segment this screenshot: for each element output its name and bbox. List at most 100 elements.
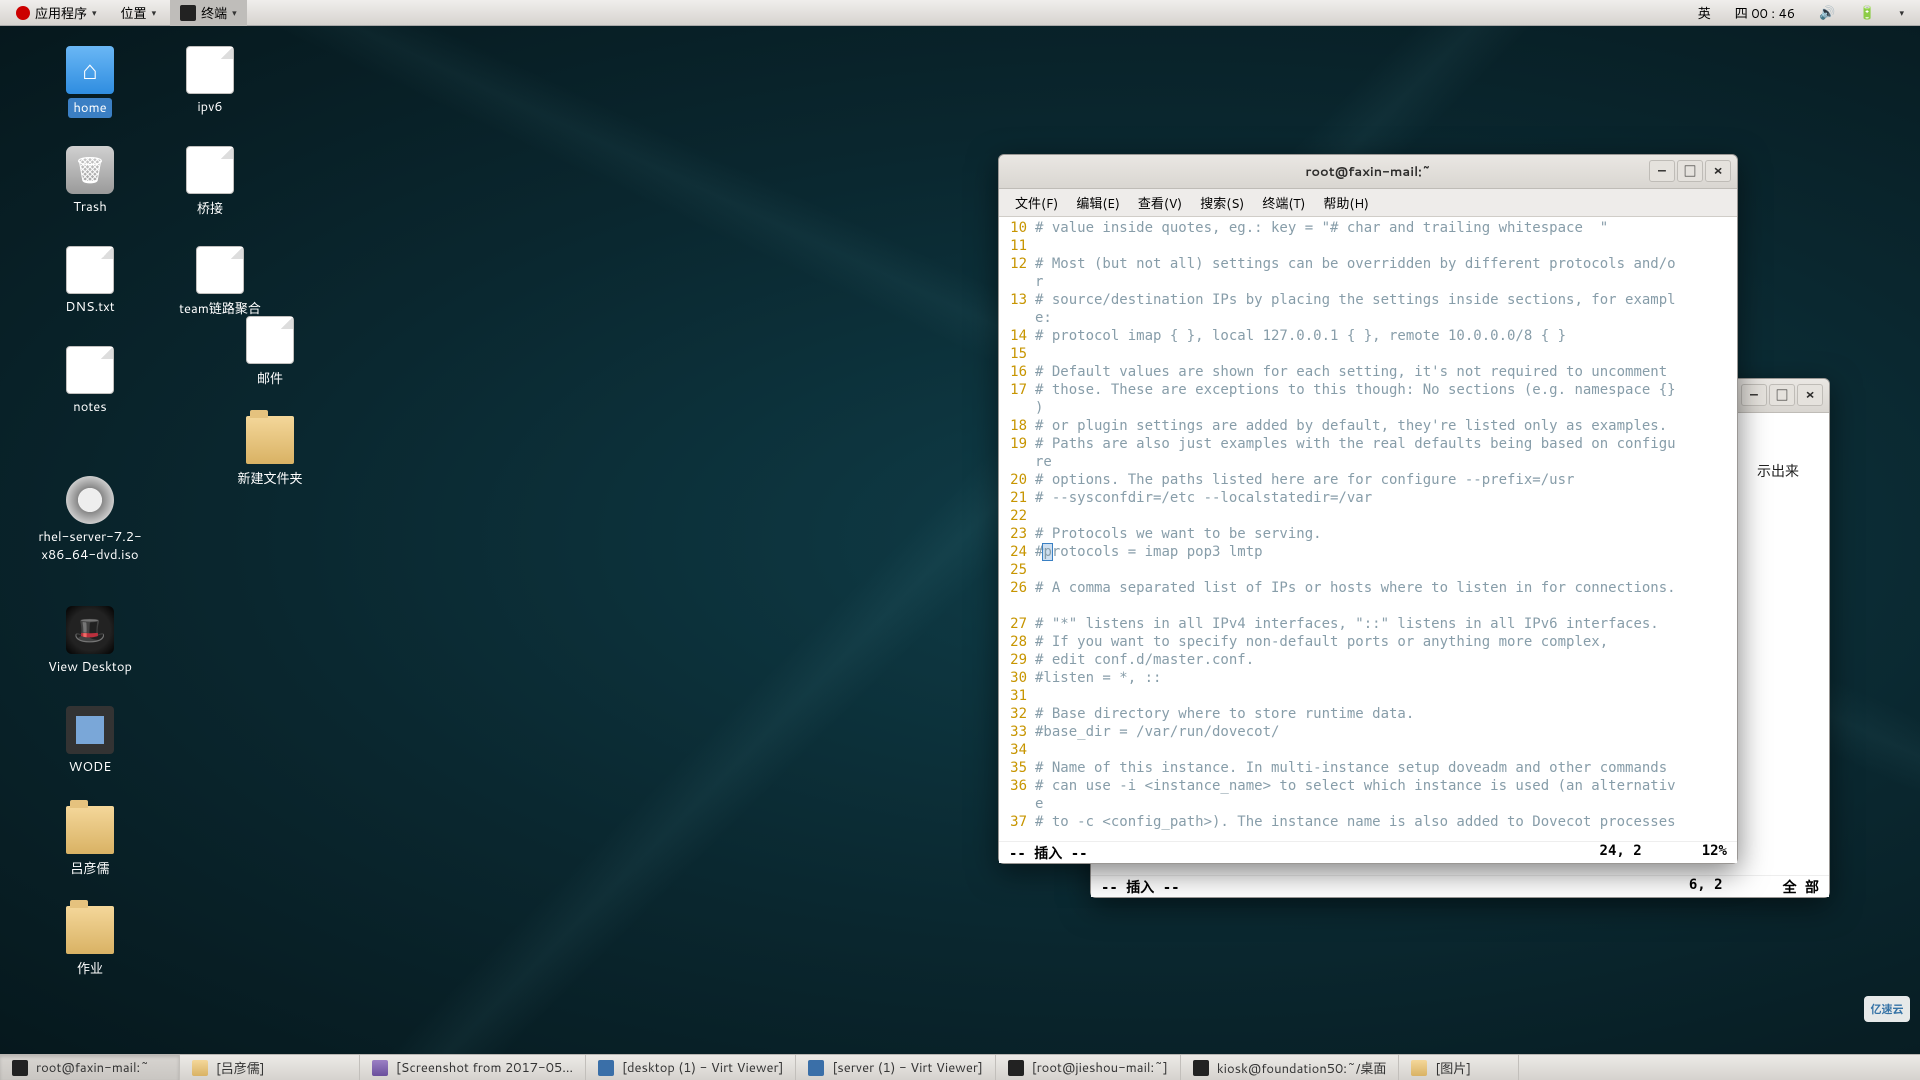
code-line: e: — [1035, 310, 1052, 326]
code-line: # protocol imap { }, local 127.0.0.1 { }… — [1035, 328, 1566, 344]
line-number: 18 — [1001, 417, 1035, 435]
icon-label: 吕彦儒 — [70, 858, 109, 878]
folder-icon — [66, 906, 114, 954]
text-file-icon — [186, 46, 234, 94]
minimize-button[interactable]: – — [1649, 160, 1675, 182]
vim-mode: -- 插入 -- — [1101, 877, 1180, 896]
vim-scroll-pct: 12% — [1702, 843, 1727, 862]
panel-active-window[interactable]: 终端 ▾ — [170, 0, 247, 26]
vim-cursor-pos: 6, 2 — [1689, 877, 1723, 896]
folder-icon — [66, 806, 114, 854]
menu-help[interactable]: 帮助(H) — [1315, 190, 1377, 216]
task-terminal-jieshou[interactable]: [root@jieshou-mail:~] — [996, 1055, 1181, 1080]
vim-status-line: -- 插入 -- 24, 2 12% — [999, 841, 1737, 863]
window-titlebar[interactable]: root@faxin-mail:~ – □ × — [999, 155, 1737, 189]
applications-menu[interactable]: 应用程序 ▾ — [6, 0, 107, 26]
code-line: ) — [1035, 400, 1043, 416]
icon-label: rhel-server-7.2-x86_64-dvd.iso — [20, 528, 160, 564]
line-number: 17 — [1001, 381, 1035, 399]
vim-cursor-pos: 24, 2 — [1600, 843, 1642, 862]
desktop-icon-team[interactable]: team链路聚合 — [160, 246, 280, 318]
code-line: # "*" listens in all IPv4 interfaces, ":… — [1035, 616, 1659, 632]
task-folder-lvyanru[interactable]: [吕彦儒] — [180, 1055, 360, 1080]
line-number — [1001, 795, 1035, 813]
clock[interactable]: 四 00 : 46 — [1725, 0, 1805, 26]
desktop-icon-iso[interactable]: rhel-server-7.2-x86_64-dvd.iso — [20, 476, 160, 564]
line-number: 15 — [1001, 345, 1035, 363]
task-label: [desktop (1) - Virt Viewer] — [622, 1059, 783, 1077]
minimize-button[interactable]: – — [1741, 384, 1767, 406]
line-number: 26 — [1001, 579, 1035, 597]
terminal-icon — [12, 1060, 28, 1076]
line-number: 13 — [1001, 291, 1035, 309]
desktop-icon-mail[interactable]: 邮件 — [220, 316, 320, 388]
task-terminal-faxin[interactable]: root@faxin-mail:~ — [0, 1055, 180, 1080]
places-menu[interactable]: 位置 ▾ — [111, 0, 167, 26]
desktop-icon-lvyanru[interactable]: 吕彦儒 — [40, 806, 140, 878]
line-number: 22 — [1001, 507, 1035, 525]
task-terminal-kiosk[interactable]: kiosk@foundation50:~/桌面 — [1181, 1055, 1400, 1080]
line-number: 33 — [1001, 723, 1035, 741]
line-number: 32 — [1001, 705, 1035, 723]
code-line: # Paths are also just examples with the … — [1035, 436, 1676, 452]
vm-icon — [808, 1060, 824, 1076]
watermark: 亿速云 — [1864, 996, 1910, 1022]
volume-icon[interactable]: 🔊 — [1809, 0, 1845, 26]
desktop-icon-notes[interactable]: notes — [40, 346, 140, 416]
code-line: r — [1035, 274, 1043, 290]
desktop-icon-zuoye[interactable]: 作业 — [40, 906, 140, 978]
folder-icon — [246, 416, 294, 464]
line-number: 29 — [1001, 651, 1035, 669]
task-virt-desktop[interactable]: [desktop (1) - Virt Viewer] — [586, 1055, 796, 1080]
icon-label: home — [68, 98, 111, 118]
task-label: root@faxin-mail:~ — [36, 1059, 149, 1077]
close-button[interactable]: × — [1705, 160, 1731, 182]
input-method-indicator[interactable]: 英 — [1688, 0, 1721, 26]
task-label: [server (1) - Virt Viewer] — [832, 1059, 982, 1077]
text-file-icon — [196, 246, 244, 294]
code-line: # or plugin settings are added by defaul… — [1035, 418, 1667, 434]
power-menu[interactable]: ▾ — [1889, 0, 1914, 26]
line-number: 24 — [1001, 543, 1035, 561]
maximize-button[interactable]: □ — [1677, 160, 1703, 182]
terminal-content[interactable]: 10# value inside quotes, eg.: key = "# c… — [999, 217, 1737, 841]
menu-view[interactable]: 查看(V) — [1130, 190, 1190, 216]
close-button[interactable]: × — [1797, 384, 1823, 406]
terminal-menubar: 文件(F) 编辑(E) 查看(V) 搜索(S) 终端(T) 帮助(H) — [999, 189, 1737, 217]
line-number: 37 — [1001, 813, 1035, 831]
menu-terminal[interactable]: 终端(T) — [1254, 190, 1313, 216]
vm-icon — [598, 1060, 614, 1076]
task-folder-pictures[interactable]: [图片] — [1399, 1055, 1519, 1080]
terminal-window[interactable]: root@faxin-mail:~ – □ × 文件(F) 编辑(E) 查看(V… — [998, 154, 1738, 864]
menu-edit[interactable]: 编辑(E) — [1068, 190, 1128, 216]
maximize-button[interactable]: □ — [1769, 384, 1795, 406]
chevron-down-icon: ▾ — [92, 6, 97, 19]
window-title: root@faxin-mail:~ — [1305, 163, 1430, 181]
task-label: [Screenshot from 2017-05… — [396, 1059, 573, 1077]
text-file-icon — [186, 146, 234, 194]
home-icon: ⌂ — [66, 46, 114, 94]
menu-search[interactable]: 搜索(S) — [1192, 190, 1252, 216]
task-screenshot[interactable]: [Screenshot from 2017-05… — [360, 1055, 586, 1080]
desktop-icon-trash[interactable]: 🗑 Trash — [40, 146, 140, 216]
desktop-icon-dns[interactable]: DNS.txt — [40, 246, 140, 316]
desktop[interactable]: ⌂ home 🗑 Trash DNS.txt notes rhel-server… — [0, 26, 1920, 1054]
code-line: e — [1035, 796, 1043, 812]
desktop-icon-newfolder[interactable]: 新建文件夹 — [210, 416, 330, 488]
desktop-icon-bridge[interactable]: 桥接 — [160, 146, 260, 218]
code-line: re — [1035, 454, 1052, 470]
code-line: # those. These are exceptions to this th… — [1035, 382, 1676, 398]
line-number: 28 — [1001, 633, 1035, 651]
code-line: # Base directory where to store runtime … — [1035, 706, 1414, 722]
task-virt-server[interactable]: [server (1) - Virt Viewer] — [796, 1055, 995, 1080]
line-number: 30 — [1001, 669, 1035, 687]
line-number — [1001, 399, 1035, 417]
desktop-icon-ipv6[interactable]: ipv6 — [160, 46, 260, 116]
desktop-icon-wode[interactable]: WODE — [40, 706, 140, 776]
battery-icon[interactable]: 🔋 — [1849, 0, 1885, 26]
image-icon — [372, 1060, 388, 1076]
desktop-icon-view-desktop[interactable]: 🎩 View Desktop — [40, 606, 140, 676]
menu-file[interactable]: 文件(F) — [1007, 190, 1066, 216]
desktop-icon-home[interactable]: ⌂ home — [40, 46, 140, 118]
icon-label: 桥接 — [197, 198, 223, 218]
